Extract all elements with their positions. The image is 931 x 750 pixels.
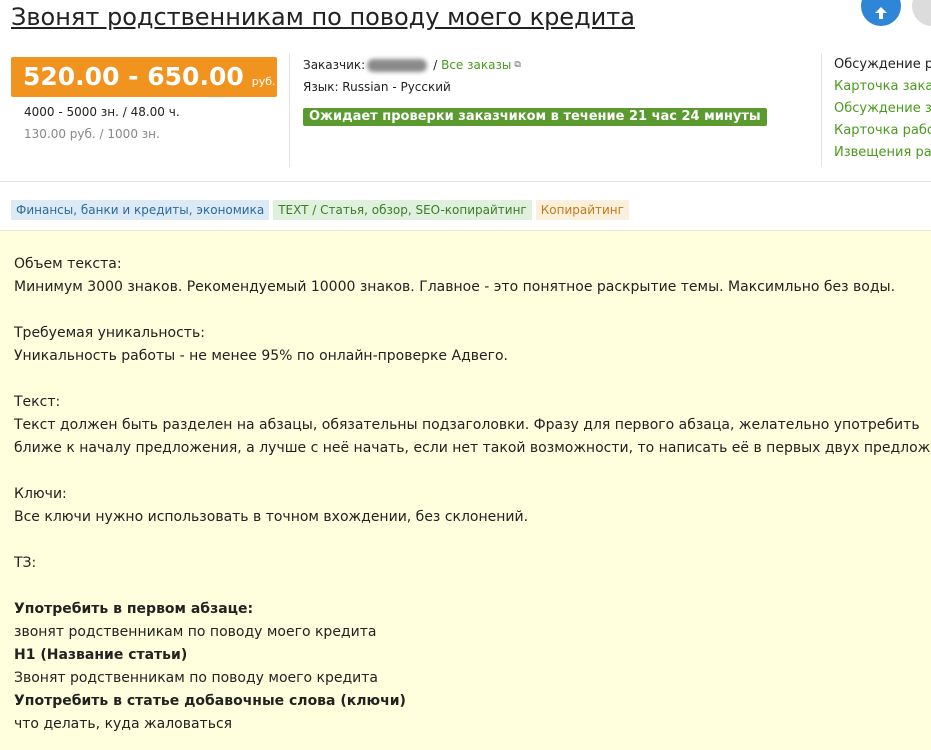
tz-heading: ТЗ: xyxy=(14,555,37,571)
secondary-round-button[interactable] xyxy=(912,0,931,26)
side-link-work-notices[interactable]: Извещения раб xyxy=(834,145,931,167)
customer-name-redacted xyxy=(367,58,428,72)
h1-label: H1 (Название статьи) xyxy=(14,647,188,663)
tag-skill[interactable]: Копирайтинг xyxy=(535,200,629,220)
rate-info: 130.00 руб. / 1000 зн. xyxy=(24,127,160,141)
volume-text: Минимум 3000 знаков. Рекомендуемый 10000… xyxy=(14,279,896,295)
external-link-icon[interactable]: ⧉ xyxy=(514,60,520,70)
extra-keys-label: Употребить в статье добавочные слова (кл… xyxy=(14,693,406,709)
side-links: Обсуждение ра Карточка заказ Обсуждение … xyxy=(834,57,931,167)
text-heading: Текст: xyxy=(14,394,61,410)
all-orders-link[interactable]: Все заказы xyxy=(441,58,511,72)
price-badge: 520.00 - 650.00 руб. xyxy=(11,57,277,97)
arrow-up-icon xyxy=(875,7,887,19)
volume-heading: Объем текста: xyxy=(14,256,122,272)
first-paragraph-label: Употребить в первом абзаце: xyxy=(14,601,254,617)
price-currency: руб. xyxy=(251,75,276,88)
page-title[interactable]: Звонят родственникам по поводу моего кре… xyxy=(11,3,635,31)
customer-line: Заказчик: / Все заказы ⧉ xyxy=(303,58,521,72)
extra-keys-value: что делать, куда жаловаться xyxy=(14,716,233,732)
customer-label: Заказчик: xyxy=(303,58,366,72)
divider xyxy=(821,53,822,167)
uniqueness-text: Уникальность работы - не менее 95% по он… xyxy=(14,348,508,364)
divider xyxy=(289,53,290,167)
volume-info: 4000 - 5000 зн. / 48.00 ч. xyxy=(24,105,180,119)
first-paragraph-value: звонят родственникам по поводу моего кре… xyxy=(14,624,377,640)
order-description: Объем текста: Минимум 3000 знаков. Реком… xyxy=(0,230,931,750)
h1-value: Звонят родственникам по поводу моего кре… xyxy=(14,670,378,686)
price-range: 520.00 - 650.00 xyxy=(23,62,244,91)
text-line: ближе к началу предложения, а лучше с не… xyxy=(14,440,931,456)
divider xyxy=(0,181,931,182)
uniqueness-heading: Требуемая уникальность: xyxy=(14,325,205,341)
side-link-order-discussion[interactable]: Обсуждение за xyxy=(834,101,931,123)
language-info: Язык: Russian - Русский xyxy=(303,80,451,94)
separator: / xyxy=(433,58,438,72)
status-badge: Ожидает проверки заказчиком в течение 21… xyxy=(303,108,767,126)
scroll-up-button[interactable] xyxy=(861,0,901,26)
tag-list: Финансы, банки и кредиты, экономика TEXT… xyxy=(11,200,629,220)
tag-category[interactable]: Финансы, банки и кредиты, экономика xyxy=(11,200,270,220)
side-link-work-card[interactable]: Карточка работ xyxy=(834,123,931,145)
keys-text: Все ключи нужно использовать в точном вх… xyxy=(14,509,529,525)
text-line: Текст должен быть разделен на абзацы, об… xyxy=(14,417,920,433)
keys-heading: Ключи: xyxy=(14,486,67,502)
side-link-discussion[interactable]: Обсуждение ра xyxy=(834,57,931,79)
tag-type[interactable]: TEXT / Статья, обзор, SEO-копирайтинг xyxy=(273,200,532,220)
side-link-order-card[interactable]: Карточка заказ xyxy=(834,79,931,101)
